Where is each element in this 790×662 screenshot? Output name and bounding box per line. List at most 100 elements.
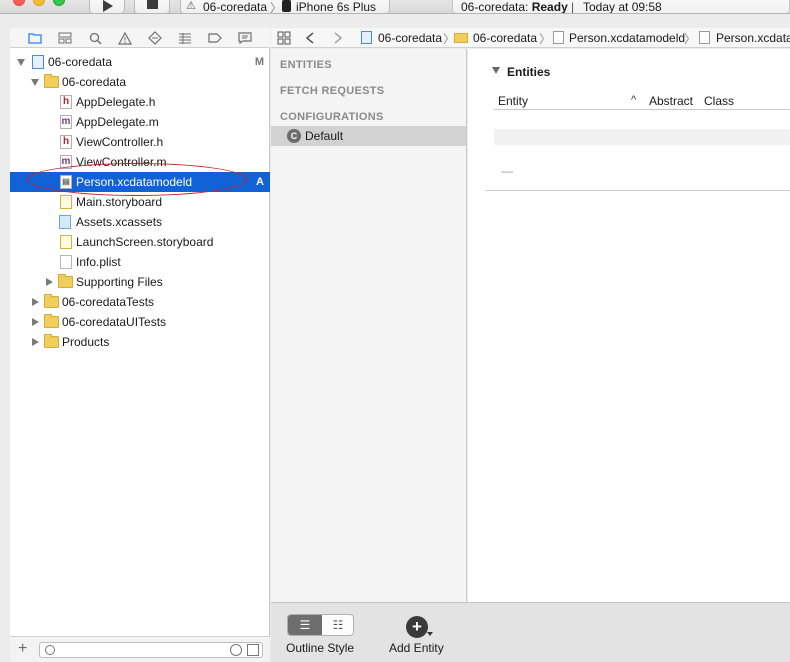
warning-icon[interactable]	[116, 30, 134, 46]
debug-icon[interactable]	[176, 30, 194, 46]
data-model-file-icon	[553, 31, 564, 44]
file-item[interactable]: m AppDelegate.m	[10, 112, 270, 132]
file-item[interactable]: h AppDelegate.h	[10, 92, 270, 112]
project-file-icon	[361, 31, 372, 44]
configuration-default-label: Default	[305, 129, 344, 143]
header-file-icon: h	[60, 95, 72, 109]
breadcrumb-model[interactable]: Person.xcdatamodeld	[569, 31, 685, 45]
scm-added-badge: A	[256, 176, 264, 188]
chevron-right-icon: 〉	[270, 1, 283, 14]
file-item-selected[interactable]: ▤ Person.xcdatamodeld A	[10, 172, 270, 192]
navigator-filter-bar: +	[10, 636, 270, 662]
configuration-default-row[interactable]: C Default	[271, 126, 466, 146]
project-file-icon	[32, 55, 44, 69]
file-item-label: Person.xcdatamodeld	[76, 175, 193, 189]
project-item[interactable]: 06-coredata M	[10, 52, 270, 72]
table-style-icon[interactable]: ☰	[288, 615, 322, 635]
folder-icon	[44, 334, 59, 348]
breadcrumb-model-version[interactable]: Person.xcdatamod	[716, 31, 790, 45]
forward-icon[interactable]	[334, 30, 342, 46]
group-item-label: Products	[62, 335, 110, 349]
dropdown-arrow-icon[interactable]	[427, 632, 433, 636]
editor-style-control[interactable]: ☰ ☷	[287, 614, 354, 636]
run-button[interactable]	[89, 0, 125, 13]
file-item[interactable]: LaunchScreen.storyboard	[10, 232, 270, 252]
back-icon[interactable]	[306, 30, 314, 46]
scheme-target-label: 06-coredata	[203, 0, 268, 14]
group-item[interactable]: Supporting Files	[10, 272, 270, 292]
file-item-label: Info.plist	[76, 255, 121, 269]
storyboard-file-icon	[60, 195, 72, 209]
activity-project: 06-coredata:	[461, 0, 532, 14]
folder-icon	[44, 314, 59, 328]
group-item[interactable]: 06-coredataUITests	[10, 312, 270, 332]
disclosure-closed-icon[interactable]	[32, 318, 39, 326]
data-model-version-icon	[699, 31, 710, 44]
entities-section-title: Entities	[507, 65, 551, 79]
column-header-entity[interactable]: Entity	[498, 94, 528, 108]
zoom-window-button[interactable]	[53, 0, 65, 6]
sort-ascending-icon: ^	[631, 94, 637, 106]
disclosure-open-icon[interactable]	[492, 67, 500, 74]
activity-viewer: 06-coredata: Ready | Today at 09:58	[452, 0, 790, 14]
disclosure-closed-icon[interactable]	[46, 278, 53, 286]
breadcrumb-group[interactable]: 06-coredata	[473, 31, 537, 45]
empty-marker: —	[501, 164, 513, 178]
scm-filter-icon[interactable]	[247, 644, 259, 656]
chevron-right-icon: 〉	[539, 32, 552, 46]
file-item[interactable]: Assets.xcassets	[10, 212, 270, 232]
test-icon[interactable]	[146, 30, 164, 46]
folder-icon	[44, 294, 59, 308]
folder-icon	[454, 33, 468, 43]
disclosure-closed-icon[interactable]	[32, 338, 39, 346]
column-header-class[interactable]: Class	[704, 94, 734, 108]
stop-button[interactable]	[134, 0, 170, 13]
entities-detail: Entities Entity ^ Abstract Class —	[468, 49, 790, 602]
activity-status: Ready	[531, 0, 568, 14]
add-file-button[interactable]: +	[18, 641, 27, 657]
search-icon[interactable]	[86, 30, 104, 46]
group-item[interactable]: 06-coredataTests	[10, 292, 270, 312]
divider	[485, 190, 790, 191]
file-item-label: AppDelegate.h	[76, 95, 156, 109]
group-item[interactable]: Products	[10, 332, 270, 352]
minimize-window-button[interactable]	[33, 0, 45, 6]
file-item-label: Assets.xcassets	[76, 215, 163, 229]
outline-style-label: Outline Style	[286, 641, 355, 655]
graph-style-icon[interactable]: ☷	[322, 615, 353, 635]
app-target-icon: ⚠	[186, 0, 196, 12]
add-entity-button[interactable]: +	[406, 616, 428, 638]
group-item-label: Supporting Files	[76, 275, 163, 289]
disclosure-open-icon[interactable]	[31, 79, 39, 86]
scheme-selector[interactable]: ⚠ 06-coredata 〉 iPhone 6s Plus	[180, 0, 390, 14]
file-item[interactable]: Main.storyboard	[10, 192, 270, 212]
close-window-button[interactable]	[13, 0, 25, 6]
folder-icon[interactable]	[26, 30, 44, 46]
fetch-requests-heading: FETCH REQUESTS	[280, 85, 385, 97]
table-row	[494, 129, 790, 145]
breadcrumb-project[interactable]: 06-coredata	[378, 31, 442, 45]
symbol-icon[interactable]	[56, 30, 74, 46]
breakpoint-icon[interactable]	[206, 30, 224, 46]
column-header-abstract[interactable]: Abstract	[649, 94, 693, 108]
project-navigator: 06-coredata M 06-coredata h AppDelegate.…	[10, 28, 270, 662]
file-item[interactable]: h ViewController.h	[10, 132, 270, 152]
disclosure-open-icon[interactable]	[17, 59, 25, 66]
report-icon[interactable]	[236, 30, 254, 46]
disclosure-closed-icon[interactable]	[32, 298, 39, 306]
navigator-filter-field[interactable]	[39, 642, 263, 658]
scheme-device-label[interactable]: iPhone 6s Plus	[296, 0, 376, 13]
related-items-icon[interactable]	[277, 30, 291, 46]
model-outline: ENTITIES FETCH REQUESTS CONFIGURATIONS C…	[271, 49, 467, 602]
activity-time: Today at 09:58	[583, 0, 662, 14]
group-item[interactable]: 06-coredata	[10, 72, 270, 92]
file-item-label: ViewController.h	[76, 135, 164, 149]
asset-catalog-icon	[59, 215, 71, 229]
group-item-label: 06-coredataUITests	[62, 315, 167, 329]
file-item[interactable]: m ViewController.m	[10, 152, 270, 172]
file-item-label: AppDelegate.m	[76, 115, 159, 129]
file-item[interactable]: Info.plist	[10, 252, 270, 272]
play-icon	[103, 0, 113, 12]
data-model-file-icon: ▤	[60, 175, 72, 189]
recent-files-icon[interactable]	[230, 644, 242, 656]
